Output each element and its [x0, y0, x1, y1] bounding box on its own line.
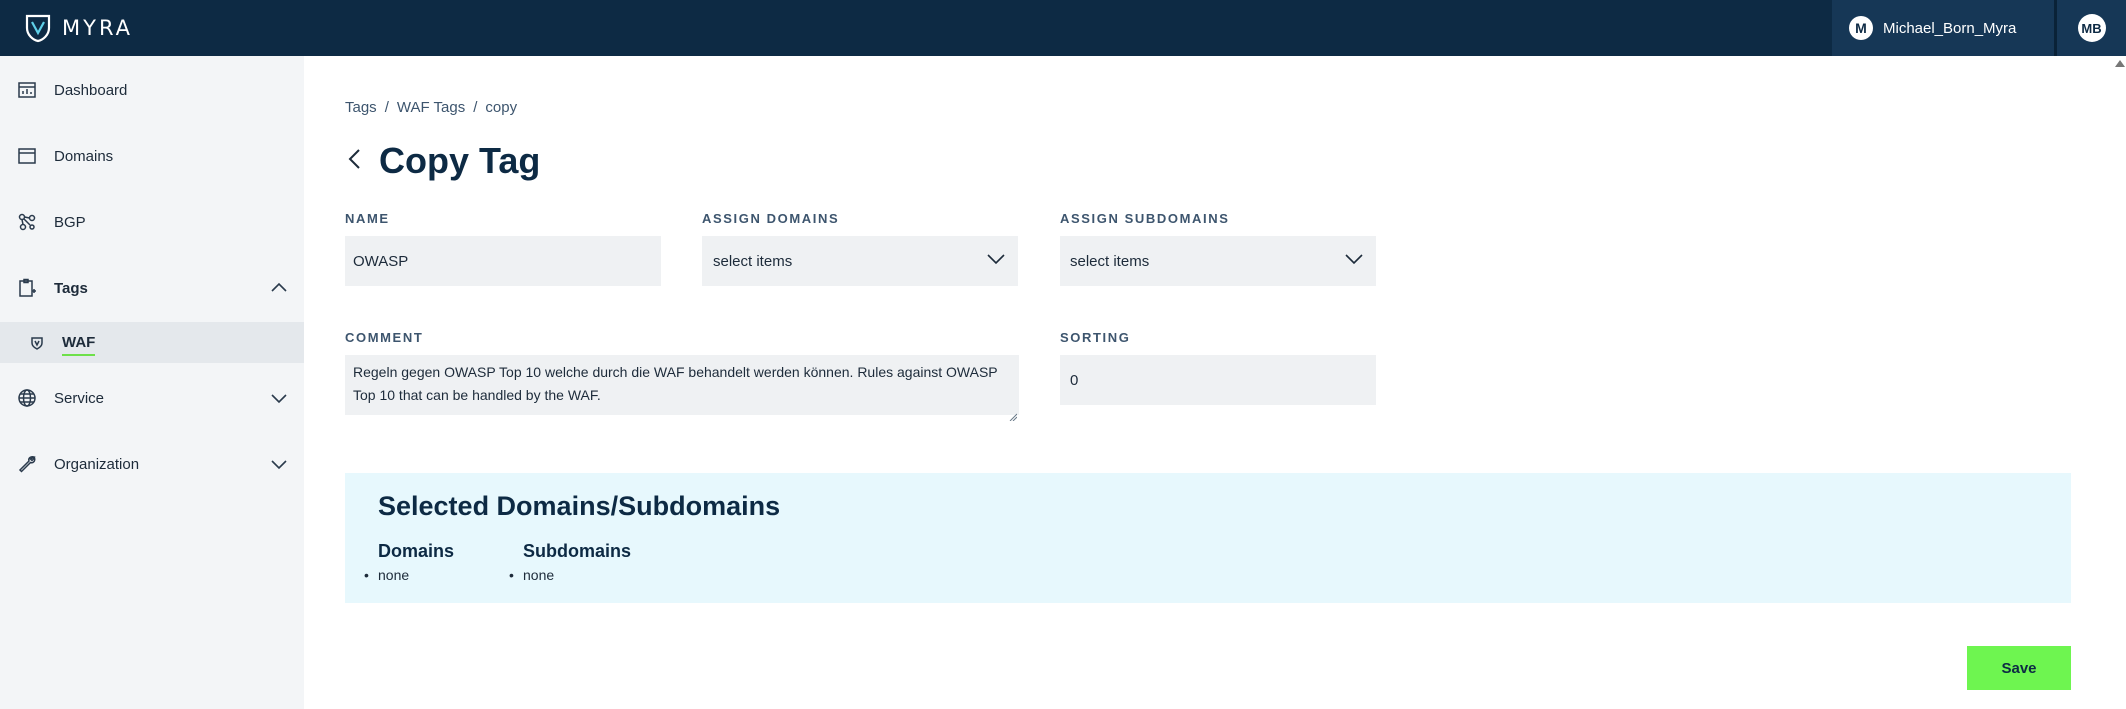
assign-subdomains-value: select items	[1070, 252, 1150, 270]
back-arrow-icon[interactable]	[345, 146, 365, 177]
user-name: Michael_Born_Myra	[1883, 19, 2017, 37]
tags-icon	[16, 277, 38, 299]
assign-domains-value: select items	[713, 252, 793, 270]
top-bar: MYRA M Michael_Born_Myra MB	[0, 0, 2126, 56]
sidebar-item-label: Service	[54, 389, 105, 407]
name-label: NAME	[345, 211, 390, 226]
sidebar-item-dashboard[interactable]: Dashboard	[0, 65, 304, 115]
assign-domains-select[interactable]: select items	[702, 236, 1018, 286]
sorting-label: SORTING	[1060, 330, 1131, 345]
chevron-up-icon[interactable]	[270, 280, 288, 296]
sidebar-item-tags[interactable]: Tags	[0, 263, 304, 313]
domains-heading: Domains	[378, 541, 455, 561]
breadcrumb-waf-tags[interactable]: WAF Tags	[397, 99, 465, 116]
sidebar-item-domains[interactable]: Domains	[0, 131, 304, 181]
sidebar-item-label: BGP	[54, 213, 86, 231]
sidebar-subitem-waf[interactable]: WAF	[0, 322, 304, 363]
shield-logo-icon	[25, 14, 51, 43]
save-button[interactable]: Save	[1967, 646, 2071, 690]
resize-handle-icon[interactable]	[1009, 405, 1018, 422]
waf-icon	[26, 332, 48, 354]
user-menu[interactable]: M Michael_Born_Myra	[1832, 0, 2054, 56]
chevron-down-icon[interactable]	[270, 456, 288, 472]
dashboard-icon	[16, 79, 38, 101]
domains-list-item: none	[364, 567, 409, 583]
page-header: Copy Tag	[345, 140, 540, 182]
sidebar-item-label: Dashboard	[54, 81, 128, 99]
page-title: Copy Tag	[379, 140, 541, 181]
breadcrumb-separator: /	[384, 99, 389, 116]
comment-label: COMMENT	[345, 330, 424, 345]
user-avatar: M	[1849, 16, 1873, 40]
breadcrumb: Tags / WAF Tags / copy	[345, 99, 517, 116]
domains-icon	[16, 145, 38, 167]
name-input-value: OWASP	[353, 252, 409, 270]
comment-value: Regeln gegen OWASP Top 10 welche durch d…	[353, 364, 998, 403]
breadcrumb-tags[interactable]: Tags	[345, 99, 377, 116]
account-avatar: MB	[2077, 14, 2106, 42]
sidebar: Dashboard Domains BGP Tags WAF Service O…	[0, 56, 304, 709]
name-input[interactable]: OWASP	[345, 236, 661, 286]
sidebar-item-bgp[interactable]: BGP	[0, 197, 304, 247]
chevron-down-icon	[1344, 252, 1364, 270]
myra-logo[interactable]: MYRA	[24, 12, 133, 44]
sidebar-subitem-label: WAF	[62, 334, 96, 356]
globe-icon	[16, 387, 38, 409]
assign-subdomains-label: ASSIGN SUBDOMAINS	[1060, 211, 1230, 226]
account-button[interactable]: MB	[2057, 0, 2126, 56]
comment-textarea[interactable]: Regeln gegen OWASP Top 10 welche durch d…	[345, 355, 1019, 422]
assign-subdomains-select[interactable]: select items	[1060, 236, 1376, 286]
chevron-down-icon	[986, 252, 1006, 270]
sorting-value: 0	[1070, 371, 1079, 389]
sidebar-item-label: Tags	[54, 279, 88, 297]
chevron-down-icon[interactable]	[270, 390, 288, 406]
sidebar-item-label: Organization	[54, 455, 140, 473]
logo-text: MYRA	[62, 16, 134, 40]
scroll-up-icon[interactable]	[2115, 60, 2125, 67]
selected-panel-title: Selected Domains/Subdomains	[378, 491, 781, 521]
sidebar-item-service[interactable]: Service	[0, 373, 304, 423]
breadcrumb-current: copy	[485, 99, 518, 116]
sorting-input[interactable]: 0	[1060, 355, 1376, 405]
selected-domains-panel: Selected Domains/Subdomains Domains none…	[345, 473, 2071, 603]
sidebar-item-organization[interactable]: Organization	[0, 439, 304, 489]
subdomains-heading: Subdomains	[523, 541, 632, 561]
bgp-icon	[16, 211, 38, 233]
assign-domains-label: ASSIGN DOMAINS	[702, 211, 840, 226]
sidebar-item-label: Domains	[54, 147, 114, 165]
subdomains-list-item: none	[509, 567, 554, 583]
wrench-icon	[16, 453, 38, 475]
breadcrumb-separator: /	[473, 99, 478, 116]
